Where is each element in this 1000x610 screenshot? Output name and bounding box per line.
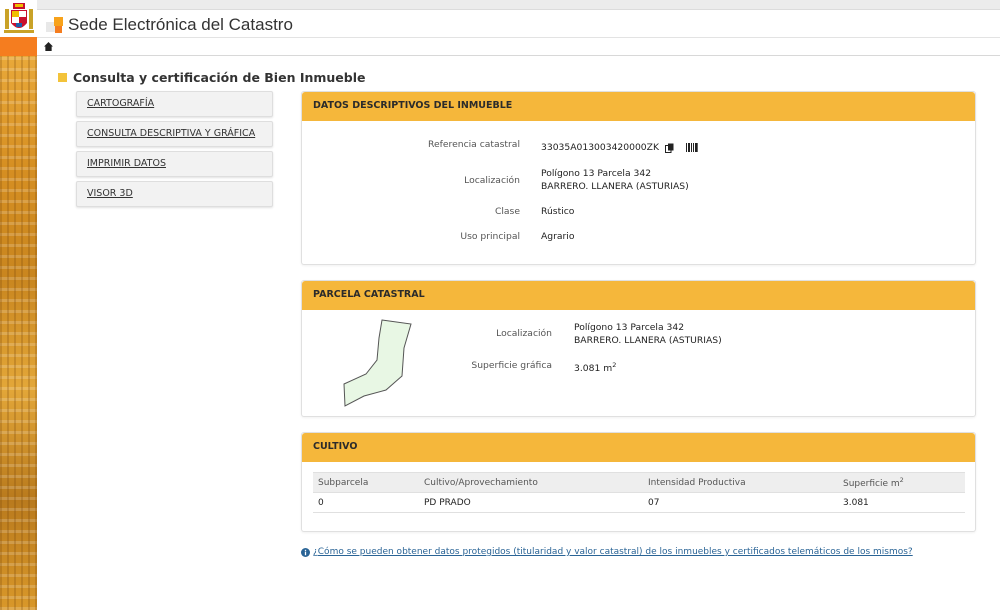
uso-principal-label: Uso principal: [460, 231, 520, 242]
table-header-row: Subparcela Cultivo/Aprovechamiento Inten…: [313, 472, 965, 493]
menu-item-cartografia[interactable]: CARTOGRAFÍA: [76, 91, 273, 117]
home-icon[interactable]: [44, 42, 53, 51]
panel-title: DATOS DESCRIPTIVOS DEL INMUEBLE: [302, 92, 975, 121]
orange-accent-block: [0, 37, 37, 56]
page-title: Consulta y certificación de Bien Inmuebl…: [58, 70, 365, 85]
breadcrumb: [37, 38, 1000, 56]
localizacion-line2: BARRERO. LLANERA (ASTURIAS): [541, 181, 689, 192]
parcela-localizacion-value: Polígono 13 Parcela 342 BARRERO. LLANERA…: [574, 321, 722, 347]
localizacion-line1: Polígono 13 Parcela 342: [541, 168, 652, 179]
parcela-catastral-panel: PARCELA CATASTRAL Localización Polígono …: [301, 280, 976, 417]
info-icon: [301, 548, 310, 557]
clase-label: Clase: [494, 206, 520, 217]
cityscape-photo-strip: [0, 56, 37, 610]
site-header: Sede Electrónica del Catastro: [37, 10, 1000, 38]
datos-descriptivos-panel: DATOS DESCRIPTIVOS DEL INMUEBLE Referenc…: [301, 91, 976, 265]
col-cultivo: Cultivo/Aprovechamiento: [419, 472, 643, 493]
parcela-localizacion-label: Localización: [496, 328, 552, 339]
cultivo-table: Subparcela Cultivo/Aprovechamiento Inten…: [313, 472, 965, 513]
parcela-localizacion-line1: Polígono 13 Parcela 342: [574, 322, 685, 333]
cultivo-panel: CULTIVO Subparcela Cultivo/Aprovechamien…: [301, 432, 976, 532]
ref-catastral-label: Referencia catastral: [428, 139, 520, 150]
panel-title: PARCELA CATASTRAL: [302, 281, 975, 310]
top-bar: [37, 0, 1000, 10]
localizacion-value: Polígono 13 Parcela 342 BARRERO. LLANERA…: [541, 167, 689, 193]
panel-title: CULTIVO: [302, 433, 975, 462]
catastro-logo-icon: [46, 17, 64, 35]
cell-superficie: 3.081: [838, 492, 965, 513]
col-subparcela: Subparcela: [313, 472, 419, 493]
menu-item-visor-3d[interactable]: VISOR 3D: [76, 181, 273, 207]
parcela-localizacion-line2: BARRERO. LLANERA (ASTURIAS): [574, 335, 722, 346]
ref-catastral-text: 33035A013003420000ZK: [541, 142, 659, 153]
cell-intensidad: 07: [643, 492, 838, 513]
cell-subparcela: 0: [313, 492, 419, 513]
menu-item-consulta-descriptiva[interactable]: CONSULTA DESCRIPTIVA Y GRÁFICA: [76, 121, 273, 147]
title-bullet-icon: [58, 73, 67, 82]
site-title[interactable]: Sede Electrónica del Catastro: [68, 15, 293, 35]
table-row: 0 PD PRADO 07 3.081: [313, 492, 965, 513]
ref-catastral-value: 33035A013003420000ZK: [541, 141, 698, 154]
barcode-icon[interactable]: [685, 143, 698, 152]
uso-principal-value: Agrario: [541, 231, 575, 242]
clase-value: Rústico: [541, 206, 575, 217]
left-decorative-strip: [0, 0, 37, 610]
col-intensidad: Intensidad Productiva: [643, 472, 838, 493]
side-menu: CARTOGRAFÍA CONSULTA DESCRIPTIVA Y GRÁFI…: [76, 91, 273, 211]
help-protected-data-link[interactable]: ¿Cómo se pueden obtener datos protegidos…: [313, 547, 913, 557]
copy-icon[interactable]: [664, 143, 674, 153]
localizacion-label: Localización: [464, 175, 520, 186]
col-superficie: Superficie m2: [838, 472, 965, 493]
cell-cultivo: PD PRADO: [419, 492, 643, 513]
menu-item-imprimir-datos[interactable]: IMPRIMIR DATOS: [76, 151, 273, 177]
superficie-grafica-label: Superficie gráfica: [471, 360, 552, 371]
superficie-grafica-value: 3.081 m2: [574, 361, 617, 374]
spain-coat-of-arms-logo: [4, 3, 34, 33]
